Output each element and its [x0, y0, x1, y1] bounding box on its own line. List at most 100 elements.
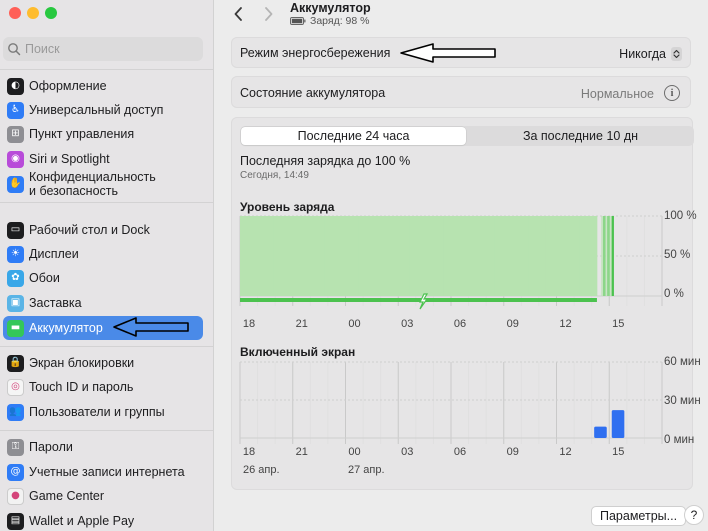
- search-icon: [8, 43, 21, 56]
- charge-status: Заряд: 98 %: [290, 15, 369, 27]
- screen-on-bar: [611, 410, 625, 438]
- sidebar-item-wallet[interactable]: ▤ Wallet и Apple Pay: [3, 509, 203, 531]
- help-button[interactable]: ?: [684, 505, 704, 525]
- battery-level-x-label: 03: [401, 318, 414, 330]
- sidebar-item-label: Конфиденциальность и безопасность: [29, 170, 156, 198]
- sidebar-item-control-center[interactable]: ⊞ Пункт управления: [3, 122, 203, 146]
- battery-level-area: [324, 216, 343, 296]
- users-icon: 👥: [7, 403, 24, 421]
- battery-level-area: [341, 216, 360, 296]
- annotation-arrow-icon: [113, 317, 189, 337]
- low-power-popup[interactable]: Никогда: [619, 47, 682, 61]
- sidebar-item-wallpaper[interactable]: ✿ Обои: [3, 266, 203, 290]
- battery-icon: ▬: [7, 319, 24, 337]
- sidebar-item-privacy-hand[interactable]: ✋ Конфиденциальность и безопасность: [3, 167, 203, 201]
- sidebar-item-internet-accounts[interactable]: @ Учетные записи интернета: [3, 460, 203, 484]
- last-charge-time: Сегодня, 14:49: [240, 170, 309, 181]
- game-center-icon: ●: [7, 487, 24, 505]
- battery-level-area: [256, 216, 275, 296]
- info-icon[interactable]: i: [664, 85, 680, 101]
- wallet-icon: ▤: [7, 512, 24, 530]
- sidebar-divider: [0, 430, 213, 431]
- screen-on-y-label: 30 мин: [664, 395, 701, 407]
- sidebar-item-label-line: и безопасность: [29, 184, 119, 198]
- search-input[interactable]: [21, 41, 197, 57]
- battery-level-area: [375, 216, 394, 296]
- window-controls: [9, 7, 57, 19]
- sidebar-item-desktop-dock[interactable]: ▭ Рабочий стол и Dock: [3, 218, 203, 242]
- sidebar-item-label: Универсальный доступ: [29, 103, 164, 117]
- sidebar-item-label: Пользователи и группы: [29, 405, 165, 419]
- passwords-key-icon: ⚿: [7, 438, 24, 456]
- battery-level-x-label: 06: [453, 318, 467, 330]
- battery-level-area: [460, 216, 479, 296]
- low-power-value: Никогда: [619, 47, 666, 61]
- close-window-button[interactable]: [9, 7, 21, 19]
- sidebar-item-passwords-key[interactable]: ⚿ Пароли: [3, 435, 203, 459]
- battery-level-x-label: 18: [242, 318, 256, 330]
- battery-level-area: [392, 216, 411, 296]
- last-charge-text: Последняя зарядка до 100 %: [240, 154, 411, 168]
- battery-level-x-label: 15: [612, 318, 625, 330]
- battery-level-area: [409, 216, 428, 296]
- battery-level-area: [600, 216, 612, 296]
- sidebar-item-label: Экран блокировки: [29, 356, 135, 370]
- sidebar-item-label: Touch ID и пароль: [29, 380, 134, 394]
- screen-on-x-label: 06: [453, 446, 467, 458]
- screen-on-date-label: 26 апр.: [243, 464, 280, 476]
- tab-last-24-hours[interactable]: Последние 24 часа: [241, 127, 466, 145]
- sidebar-item-screensaver[interactable]: ▣ Заставка: [3, 291, 203, 315]
- screen-on-chart: [239, 361, 663, 444]
- search-field[interactable]: [3, 37, 203, 61]
- chevron-left-icon: [234, 7, 242, 21]
- battery-level-area: [290, 216, 309, 296]
- screen-on-x-label: 15: [612, 446, 625, 458]
- main-pane: Аккумулятор Заряд: 98 % Режим энергосбер…: [214, 0, 708, 531]
- screen-on-x-label: 09: [506, 446, 519, 458]
- usage-card: Последние 24 часа За последние 10 дн Пос…: [231, 117, 701, 490]
- accessibility-icon: ♿: [7, 101, 24, 119]
- sidebar-divider: [0, 346, 213, 347]
- sidebar-item-game-center[interactable]: ● Game Center: [3, 484, 203, 508]
- sidebar-item-touch-id[interactable]: ◎ Touch ID и пароль: [3, 375, 203, 399]
- zoom-window-button[interactable]: [45, 7, 57, 19]
- battery-level-y-label: 100 %: [664, 210, 697, 222]
- battery-level-chart: [239, 215, 663, 310]
- battery-level-area: [307, 216, 326, 296]
- sidebar-divider: [0, 202, 213, 203]
- sidebar-item-accessibility[interactable]: ♿ Универсальный доступ: [3, 98, 203, 122]
- sidebar-item-displays[interactable]: ☀ Дисплеи: [3, 242, 203, 266]
- minimize-window-button[interactable]: [27, 7, 39, 19]
- screen-on-x-label: 18: [242, 446, 256, 458]
- sidebar-item-label: Дисплеи: [29, 247, 79, 261]
- sidebar-item-users[interactable]: 👥 Пользователи и группы: [3, 400, 203, 424]
- displays-icon: ☀: [7, 245, 24, 263]
- sidebar-item-label-line: Конфиденциальность: [29, 170, 156, 184]
- battery-level-x-label: 00: [348, 318, 361, 330]
- battery-level-area: [477, 216, 496, 296]
- forward-button[interactable]: [260, 5, 276, 23]
- sidebar-item-label: Аккумулятор: [29, 321, 103, 335]
- sidebar-item-label: Пункт управления: [29, 127, 135, 141]
- options-button[interactable]: Параметры...: [591, 506, 687, 526]
- battery-health-label: Состояние аккумулятора: [240, 86, 386, 100]
- battery-level-area: [511, 216, 530, 296]
- chevron-right-icon: [264, 7, 272, 21]
- screen-on-y-label: 0 мин: [664, 434, 695, 446]
- sidebar-item-appearance[interactable]: ◐ Оформление: [3, 74, 203, 98]
- battery-level-area: [494, 216, 513, 296]
- sidebar-item-lock-screen[interactable]: 🔒 Экран блокировки: [3, 351, 203, 375]
- screen-on-x-label: 21: [295, 446, 308, 458]
- sidebar-item-label: Заставка: [29, 296, 82, 310]
- appearance-icon: ◐: [7, 77, 24, 95]
- screen-on-x-label: 03: [401, 446, 414, 458]
- sidebar-item-label: Wallet и Apple Pay: [29, 514, 135, 528]
- battery-level-area: [528, 216, 547, 296]
- wallpaper-icon: ✿: [7, 269, 24, 287]
- desktop-dock-icon: ▭: [7, 221, 24, 239]
- tab-last-10-days[interactable]: За последние 10 дн: [468, 127, 693, 145]
- battery-level-x-label: 12: [559, 318, 572, 330]
- battery-level-icon: [290, 17, 306, 25]
- back-button[interactable]: [230, 5, 246, 23]
- privacy-hand-icon: ✋: [7, 175, 24, 193]
